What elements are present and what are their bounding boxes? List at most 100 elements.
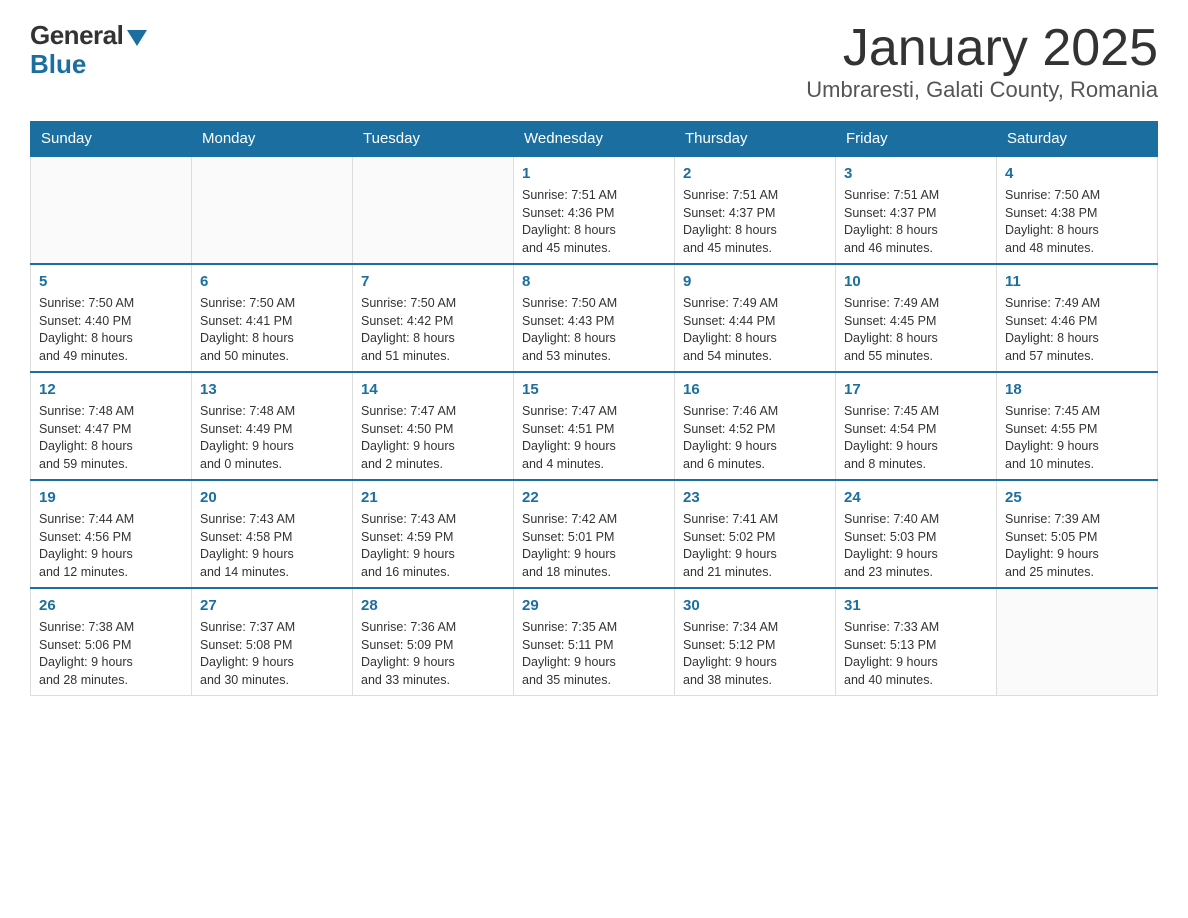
day-info: Daylight: 9 hours: [361, 438, 505, 456]
day-info: Sunrise: 7:51 AM: [844, 187, 988, 205]
page-title: January 2025: [806, 20, 1158, 77]
calendar-cell: 8Sunrise: 7:50 AMSunset: 4:43 PMDaylight…: [514, 264, 675, 372]
day-info: Sunrise: 7:50 AM: [361, 295, 505, 313]
day-number: 18: [1005, 379, 1149, 400]
logo: General Blue: [30, 20, 147, 80]
day-info: Sunrise: 7:46 AM: [683, 403, 827, 421]
calendar-cell: 5Sunrise: 7:50 AMSunset: 4:40 PMDaylight…: [31, 264, 192, 372]
day-info: Sunrise: 7:48 AM: [200, 403, 344, 421]
day-info: Sunset: 4:40 PM: [39, 313, 183, 331]
day-number: 31: [844, 595, 988, 616]
calendar-cell: 12Sunrise: 7:48 AMSunset: 4:47 PMDayligh…: [31, 372, 192, 480]
day-info: Sunset: 5:03 PM: [844, 529, 988, 547]
day-info: Sunset: 4:54 PM: [844, 421, 988, 439]
day-info: Sunrise: 7:38 AM: [39, 619, 183, 637]
day-number: 1: [522, 163, 666, 184]
day-info: and 46 minutes.: [844, 240, 988, 258]
day-info: Sunrise: 7:34 AM: [683, 619, 827, 637]
day-info: and 28 minutes.: [39, 672, 183, 690]
day-number: 19: [39, 487, 183, 508]
day-info: Sunset: 5:12 PM: [683, 637, 827, 655]
day-info: Sunset: 4:59 PM: [361, 529, 505, 547]
day-number: 20: [200, 487, 344, 508]
logo-general-text: General: [30, 20, 123, 51]
day-info: and 30 minutes.: [200, 672, 344, 690]
calendar-cell: 27Sunrise: 7:37 AMSunset: 5:08 PMDayligh…: [192, 588, 353, 696]
day-info: and 53 minutes.: [522, 348, 666, 366]
day-info: Sunrise: 7:44 AM: [39, 511, 183, 529]
day-info: Daylight: 9 hours: [683, 654, 827, 672]
day-info: Sunrise: 7:45 AM: [1005, 403, 1149, 421]
day-number: 6: [200, 271, 344, 292]
day-number: 5: [39, 271, 183, 292]
day-info: Sunset: 5:05 PM: [1005, 529, 1149, 547]
day-info: Sunrise: 7:48 AM: [39, 403, 183, 421]
day-info: and 0 minutes.: [200, 456, 344, 474]
calendar-cell: 6Sunrise: 7:50 AMSunset: 4:41 PMDaylight…: [192, 264, 353, 372]
day-info: Sunrise: 7:49 AM: [1005, 295, 1149, 313]
day-number: 22: [522, 487, 666, 508]
calendar-header-saturday: Saturday: [997, 122, 1158, 157]
day-info: Daylight: 9 hours: [200, 438, 344, 456]
day-info: and 21 minutes.: [683, 564, 827, 582]
day-number: 7: [361, 271, 505, 292]
day-info: Sunset: 4:51 PM: [522, 421, 666, 439]
day-info: Daylight: 8 hours: [683, 222, 827, 240]
day-info: Daylight: 8 hours: [1005, 330, 1149, 348]
day-info: and 45 minutes.: [522, 240, 666, 258]
day-info: Daylight: 9 hours: [844, 654, 988, 672]
calendar-cell: 4Sunrise: 7:50 AMSunset: 4:38 PMDaylight…: [997, 156, 1158, 264]
day-info: and 33 minutes.: [361, 672, 505, 690]
calendar-cell: 31Sunrise: 7:33 AMSunset: 5:13 PMDayligh…: [836, 588, 997, 696]
day-info: Sunrise: 7:47 AM: [522, 403, 666, 421]
calendar-header-row: SundayMondayTuesdayWednesdayThursdayFrid…: [31, 122, 1158, 157]
day-info: and 12 minutes.: [39, 564, 183, 582]
day-info: and 35 minutes.: [522, 672, 666, 690]
calendar-cell: [353, 156, 514, 264]
day-info: Daylight: 9 hours: [844, 546, 988, 564]
calendar-cell: 19Sunrise: 7:44 AMSunset: 4:56 PMDayligh…: [31, 480, 192, 588]
day-info: Sunrise: 7:49 AM: [683, 295, 827, 313]
calendar-header-sunday: Sunday: [31, 122, 192, 157]
day-info: Sunset: 4:45 PM: [844, 313, 988, 331]
day-info: Sunset: 4:37 PM: [844, 205, 988, 223]
day-info: Sunrise: 7:36 AM: [361, 619, 505, 637]
day-info: Daylight: 9 hours: [39, 546, 183, 564]
calendar-cell: 17Sunrise: 7:45 AMSunset: 4:54 PMDayligh…: [836, 372, 997, 480]
day-info: Sunset: 4:50 PM: [361, 421, 505, 439]
calendar-table: SundayMondayTuesdayWednesdayThursdayFrid…: [30, 121, 1158, 696]
day-info: Sunset: 5:08 PM: [200, 637, 344, 655]
day-info: and 6 minutes.: [683, 456, 827, 474]
calendar-cell: 21Sunrise: 7:43 AMSunset: 4:59 PMDayligh…: [353, 480, 514, 588]
day-info: Sunrise: 7:45 AM: [844, 403, 988, 421]
day-info: Sunrise: 7:50 AM: [200, 295, 344, 313]
day-number: 13: [200, 379, 344, 400]
day-info: Sunrise: 7:50 AM: [1005, 187, 1149, 205]
calendar-week-row: 5 Sunrise: 7:50 AM Sunset: 4:40 PM Daylight…: [31, 264, 1158, 372]
day-info: Daylight: 9 hours: [522, 438, 666, 456]
day-info: Daylight: 9 hours: [522, 546, 666, 564]
day-info: Sunrise: 7:39 AM: [1005, 511, 1149, 529]
day-info: Sunset: 4:49 PM: [200, 421, 344, 439]
day-info: and 45 minutes.: [683, 240, 827, 258]
day-number: 11: [1005, 271, 1149, 292]
day-info: and 2 minutes.: [361, 456, 505, 474]
day-info: Daylight: 8 hours: [1005, 222, 1149, 240]
day-info: Sunset: 5:11 PM: [522, 637, 666, 655]
calendar-cell: 9Sunrise: 7:49 AMSunset: 4:44 PMDaylight…: [675, 264, 836, 372]
day-info: Sunrise: 7:40 AM: [844, 511, 988, 529]
day-info: Sunset: 4:42 PM: [361, 313, 505, 331]
day-info: Daylight: 9 hours: [683, 438, 827, 456]
day-info: Sunrise: 7:50 AM: [522, 295, 666, 313]
day-info: Sunset: 4:52 PM: [683, 421, 827, 439]
day-number: 25: [1005, 487, 1149, 508]
day-info: Daylight: 8 hours: [844, 330, 988, 348]
day-info: Sunset: 4:47 PM: [39, 421, 183, 439]
day-info: Sunset: 4:38 PM: [1005, 205, 1149, 223]
calendar-cell: 22Sunrise: 7:42 AMSunset: 5:01 PMDayligh…: [514, 480, 675, 588]
day-info: Daylight: 9 hours: [39, 654, 183, 672]
day-info: and 16 minutes.: [361, 564, 505, 582]
day-info: and 23 minutes.: [844, 564, 988, 582]
day-info: Daylight: 8 hours: [522, 330, 666, 348]
day-info: and 40 minutes.: [844, 672, 988, 690]
